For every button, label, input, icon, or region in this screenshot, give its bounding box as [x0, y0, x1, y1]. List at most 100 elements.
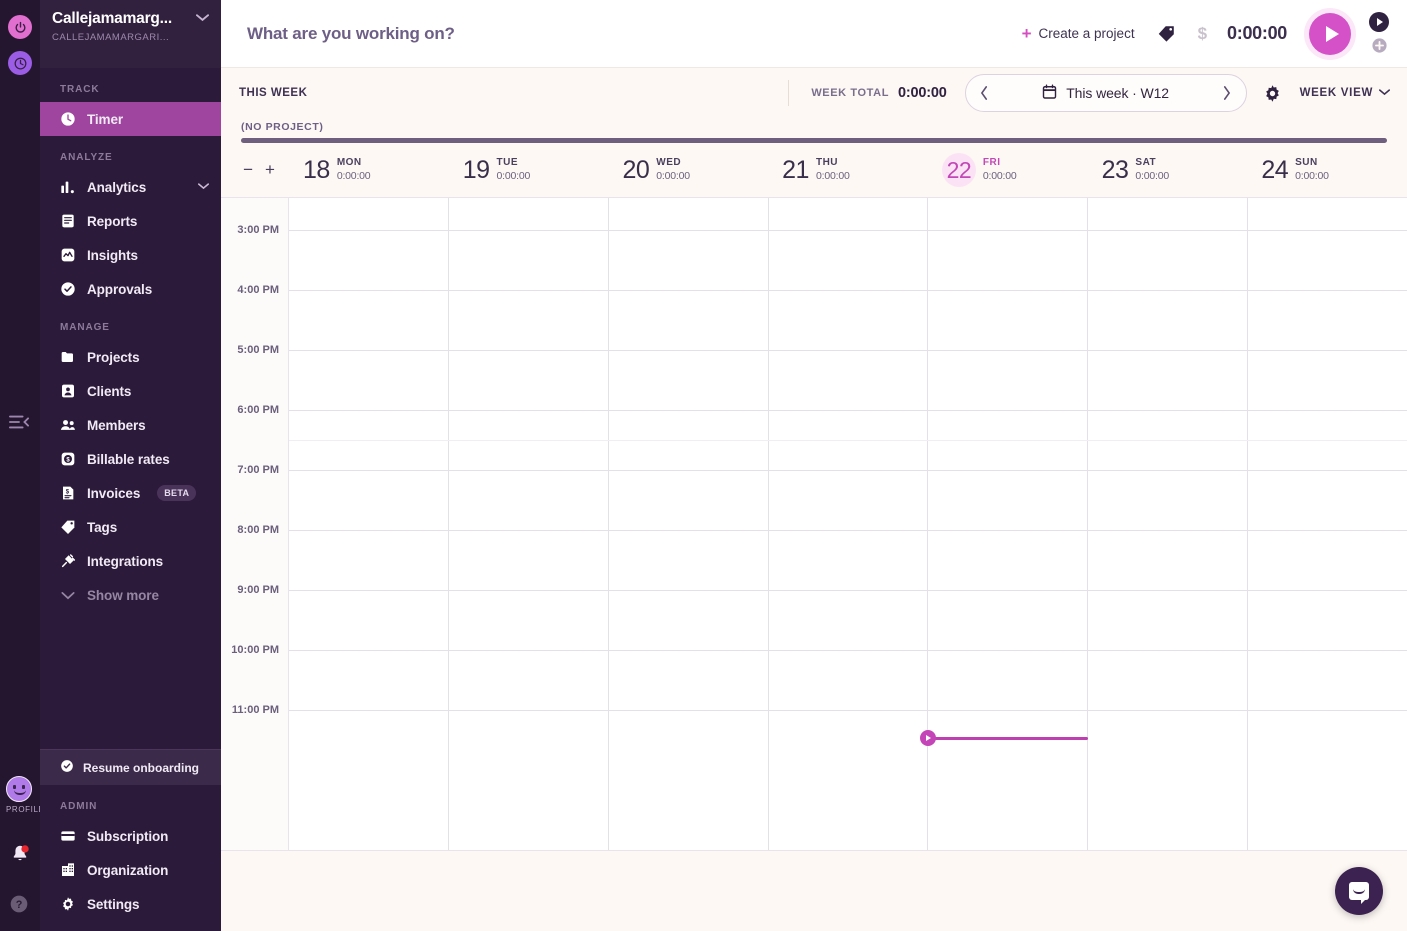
calendar-day-header-cell[interactable]: 20 WED 0:00:00: [608, 153, 768, 187]
calendar-day-header-cell[interactable]: 22 FRI 0:00:00: [928, 153, 1088, 187]
sidebar-item-organization[interactable]: Organization: [40, 853, 221, 887]
hour-label: 3:00 PM: [237, 224, 279, 236]
bar-chart-icon: [60, 179, 76, 195]
calendar-day-column[interactable]: [769, 198, 929, 850]
gear-icon[interactable]: [1263, 84, 1282, 103]
app-root: PROFILE ? Callejamamarg... CALLEJAMAMARG…: [0, 0, 1407, 931]
power-icon[interactable]: [8, 15, 32, 39]
sidebar-item-members[interactable]: Members: [40, 408, 221, 442]
resume-onboarding-label: Resume onboarding: [83, 760, 200, 775]
day-of-week: THU: [815, 157, 839, 169]
calendar-day-header-cell[interactable]: 23 SAT 0:00:00: [1088, 153, 1248, 187]
beta-badge: BETA: [157, 485, 197, 501]
calendar-day-column[interactable]: [609, 198, 769, 850]
sidebar-item-settings[interactable]: Settings: [40, 887, 221, 921]
dollar-circle-icon: $: [60, 451, 76, 467]
sidebar-item-reports[interactable]: Reports: [40, 204, 221, 238]
sidebar-item-tags[interactable]: Tags: [40, 510, 221, 544]
hour-gridline: [289, 530, 1407, 531]
sidebar-item-billable-rates[interactable]: $ Billable rates: [40, 442, 221, 476]
calendar-zoom-controls: − +: [221, 160, 289, 180]
timer-mode-button[interactable]: [1369, 11, 1389, 32]
sidebar-item-approvals[interactable]: Approvals: [40, 272, 221, 306]
billable-icon[interactable]: $: [1198, 24, 1207, 44]
calendar-day-header-cell[interactable]: 19 TUE 0:00:00: [449, 153, 609, 187]
zoom-out-icon[interactable]: −: [243, 160, 253, 180]
chevron-left-icon[interactable]: [970, 78, 1000, 108]
week-total-label: WEEK TOTAL: [811, 87, 890, 99]
profile-rail-item[interactable]: PROFILE: [6, 776, 45, 814]
hour-label: 10:00 PM: [231, 644, 279, 656]
create-project-button[interactable]: + Create a project: [1022, 25, 1135, 42]
sidebar-item-integrations[interactable]: Integrations: [40, 544, 221, 578]
view-mode-dropdown[interactable]: WEEK VIEW: [1300, 87, 1390, 99]
dollar-symbol: $: [1197, 23, 1208, 43]
sidebar-item-invoices[interactable]: $ Invoices BETA: [40, 476, 221, 510]
calendar-icon: [1042, 84, 1057, 103]
hour-gridline: [289, 710, 1407, 711]
sidebar-item-label: Analytics: [87, 179, 147, 195]
org-switcher[interactable]: Callejamamarg... CALLEJAMAMARGARI...: [40, 0, 221, 68]
hour-gridline: [289, 230, 1407, 231]
invoice-icon: $: [60, 485, 76, 501]
calendar-day-column[interactable]: [289, 198, 449, 850]
chevron-down-icon[interactable]: [198, 182, 209, 193]
building-icon: [60, 862, 76, 878]
day-of-week: FRI: [982, 157, 1001, 169]
sidebar-item-clients[interactable]: Clients: [40, 374, 221, 408]
sidebar: Callejamamarg... CALLEJAMAMARGARI... TRA…: [40, 0, 221, 931]
day-of-week: MON: [336, 157, 362, 169]
current-time-play-icon[interactable]: [919, 730, 936, 746]
sidebar-item-insights[interactable]: Insights: [40, 238, 221, 272]
sidebar-item-subscription[interactable]: Subscription: [40, 819, 221, 853]
calendar-day-column[interactable]: [1088, 198, 1249, 850]
day-number: 18: [303, 155, 330, 184]
profile-label: PROFILE: [6, 805, 45, 814]
sidebar-item-label: Settings: [87, 896, 140, 912]
credit-card-icon: [60, 828, 76, 844]
resume-onboarding-button[interactable]: Resume onboarding: [40, 749, 221, 785]
tag-icon[interactable]: [1157, 24, 1176, 43]
gear-icon: [60, 896, 76, 912]
calendar-columns[interactable]: [289, 198, 1407, 850]
notification-bell-icon[interactable]: [9, 843, 31, 865]
sidebar-item-label: Subscription: [87, 828, 169, 844]
clock-icon[interactable]: [8, 51, 32, 75]
week-picker: This week · W12: [964, 74, 1247, 112]
day-of-week: TUE: [496, 157, 519, 169]
chevron-down-icon[interactable]: [196, 13, 209, 25]
half-hour-gridline: [289, 440, 1407, 441]
calendar-day-column[interactable]: [928, 198, 1089, 850]
zoom-in-icon[interactable]: +: [265, 160, 275, 180]
week-range-button[interactable]: This week · W12: [1000, 84, 1212, 103]
help-icon[interactable]: ?: [9, 894, 29, 914]
task-description-input[interactable]: [247, 23, 1022, 44]
calendar-day-column[interactable]: [449, 198, 609, 850]
calendar-grid[interactable]: 3:00 PM 4:00 PM 5:00 PM 6:00 PM 7:00 PM 8:00 …: [221, 198, 1407, 850]
manual-mode-button[interactable]: [1369, 36, 1389, 56]
org-subtitle: CALLEJAMAMARGARI...: [52, 32, 170, 43]
chevron-right-icon[interactable]: [1212, 78, 1242, 108]
time-axis: 3:00 PM 4:00 PM 5:00 PM 6:00 PM 7:00 PM 8:00 …: [221, 198, 289, 850]
sidebar-item-analytics[interactable]: Analytics: [40, 170, 221, 204]
sidebar-item-label: Organization: [87, 862, 169, 878]
hour-gridline: [289, 290, 1407, 291]
day-total: 0:00:00: [496, 169, 531, 182]
this-week-label: THIS WEEK: [239, 87, 308, 99]
hour-gridline: [289, 470, 1407, 471]
sidebar-item-label: Invoices: [87, 485, 141, 501]
nav-section-manage: MANAGE: [60, 322, 110, 333]
calendar-day-header-cell[interactable]: 21 THU 0:00:00: [768, 153, 928, 187]
sidebar-item-projects[interactable]: Projects: [40, 340, 221, 374]
play-icon: [1377, 17, 1383, 26]
sidebar-item-show-more[interactable]: Show more: [40, 578, 221, 612]
sidebar-item-timer[interactable]: Timer: [40, 102, 221, 136]
calendar-day-header-cell[interactable]: 18 MON 0:00:00: [289, 153, 449, 187]
intercom-messenger-icon[interactable]: [1335, 867, 1383, 915]
start-timer-button[interactable]: [1309, 12, 1351, 55]
calendar-day-header-cell[interactable]: 24 SUN 0:00:00: [1247, 153, 1407, 187]
calendar-day-column[interactable]: [1248, 198, 1407, 850]
sidebar-item-label: Approvals: [87, 281, 153, 297]
check-circle-icon: [60, 281, 76, 297]
collapse-sidebar-icon[interactable]: [8, 412, 30, 432]
